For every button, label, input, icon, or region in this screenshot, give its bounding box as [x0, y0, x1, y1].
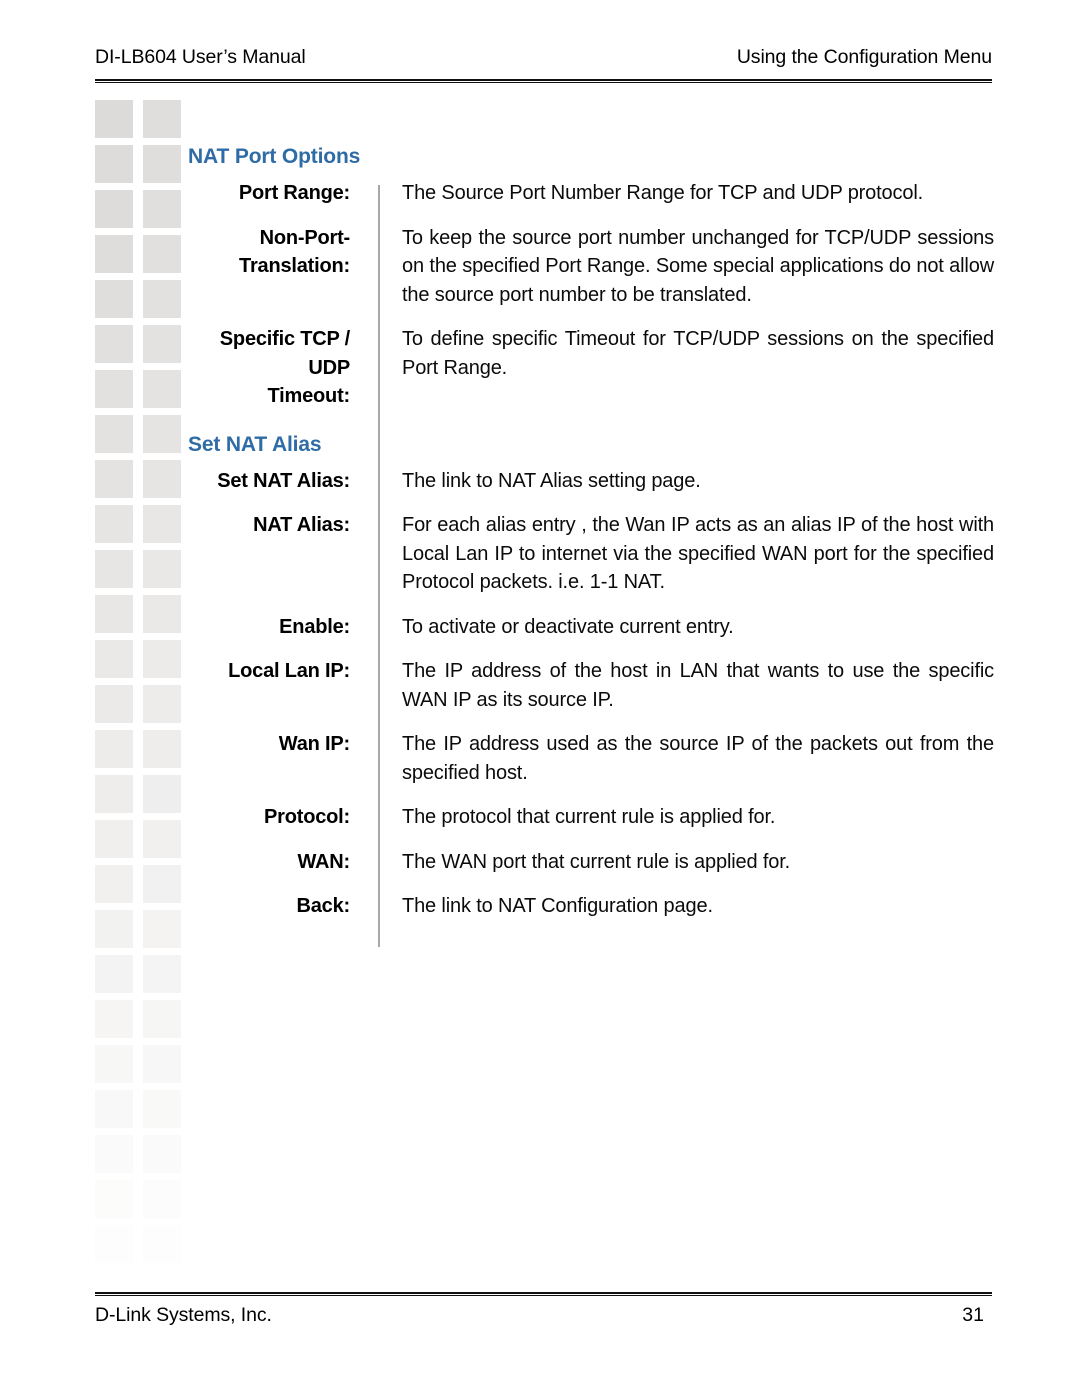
decorative-square	[143, 415, 181, 453]
decorative-square	[95, 685, 133, 723]
decorative-square	[143, 460, 181, 498]
decorative-square	[143, 1180, 181, 1218]
decorative-square	[95, 865, 133, 903]
term-label-set-nat-alias: Set NAT Alias:	[217, 469, 350, 492]
footer-rule	[95, 1292, 992, 1296]
decorative-square	[143, 1135, 181, 1173]
decorative-square	[143, 505, 181, 543]
decorative-square	[95, 595, 133, 633]
term-description-wan-ip: The IP address used as the source IP of …	[402, 733, 994, 784]
definition-row-wan-ip: Wan IP: The IP address used as the sourc…	[188, 730, 994, 787]
decorative-square	[95, 370, 133, 408]
page-footer: D-Link Systems, Inc. 31	[95, 1292, 992, 1336]
decorative-square	[95, 460, 133, 498]
decorative-square	[143, 100, 181, 138]
term-description-wan: The WAN port that current rule is applie…	[402, 850, 791, 873]
decorative-square	[95, 775, 133, 813]
decorative-square	[95, 1225, 133, 1263]
decorative-square	[143, 190, 181, 228]
term-label-wan: WAN:	[297, 850, 350, 873]
decorative-margin-squares	[95, 100, 181, 1290]
decorative-square	[95, 1090, 133, 1128]
term-label-enable: Enable:	[279, 615, 350, 638]
definition-row-wan: WAN: The WAN port that current rule is a…	[188, 848, 994, 877]
section-heading-nat-port-options: NAT Port Options	[188, 145, 361, 168]
term-label-back: Back:	[296, 895, 351, 918]
decorative-square	[143, 820, 181, 858]
chapter-title: Using the Configuration Menu	[736, 46, 992, 68]
decorative-square	[143, 685, 181, 723]
decorative-square	[143, 865, 181, 903]
decorative-square	[95, 100, 133, 138]
decorative-square	[95, 1045, 133, 1083]
decorative-square	[143, 1225, 181, 1263]
decorative-square	[95, 910, 133, 948]
decorative-square	[95, 325, 133, 363]
decorative-square	[95, 640, 133, 678]
page-header: DI-LB604 User’s Manual Using the Configu…	[95, 46, 992, 88]
decorative-square	[95, 1000, 133, 1038]
decorative-square	[95, 505, 133, 543]
decorative-square	[143, 1000, 181, 1038]
decorative-square	[143, 730, 181, 768]
decorative-square	[95, 190, 133, 228]
decorative-square	[95, 955, 133, 993]
decorative-square	[95, 1180, 133, 1218]
term-description-non-port-translation: To keep the source port number unchanged…	[402, 226, 994, 306]
definition-row-back: Back: The link to NAT Configuration page…	[188, 892, 994, 921]
header-rule	[95, 79, 992, 83]
manual-title: DI-LB604 User’s Manual	[95, 46, 306, 68]
decorative-square	[95, 730, 133, 768]
term-description-local-lan-ip: The IP address of the host in LAN that w…	[402, 660, 994, 711]
decorative-square	[143, 235, 181, 273]
decorative-square	[95, 820, 133, 858]
decorative-square	[143, 280, 181, 318]
term-description-back: The link to NAT Configuration page.	[402, 895, 713, 918]
decorative-square	[143, 910, 181, 948]
term-description-set-nat-alias: The link to NAT Alias setting page.	[402, 469, 701, 492]
decorative-square	[95, 235, 133, 273]
term-label-local-lan-ip: Local Lan IP:	[228, 660, 350, 683]
term-description-port-range: The Source Port Number Range for TCP and…	[402, 182, 924, 205]
decorative-square	[143, 640, 181, 678]
term-description-enable: To activate or deactivate current entry.	[402, 615, 734, 638]
decorative-square	[143, 550, 181, 588]
term-label-protocol: Protocol:	[264, 806, 350, 829]
decorative-square	[143, 1090, 181, 1128]
definition-row-set-nat-alias: Set NAT Alias: The link to NAT Alias set…	[188, 467, 994, 496]
term-label-nat-alias: NAT Alias:	[253, 514, 350, 537]
decorative-square	[143, 1045, 181, 1083]
decorative-square	[95, 145, 133, 183]
page-number: 31	[962, 1304, 984, 1326]
decorative-square	[143, 775, 181, 813]
decorative-square	[143, 955, 181, 993]
definition-row-port-range: Port Range: The Source Port Number Range…	[188, 179, 994, 208]
decorative-square	[95, 550, 133, 588]
definition-row-local-lan-ip: Local Lan IP: The IP address of the host…	[188, 657, 994, 714]
decorative-square	[95, 415, 133, 453]
decorative-square	[95, 280, 133, 318]
decorative-square	[143, 370, 181, 408]
term-label-specific-tcp-udp-timeout: Specific TCP / UDP Timeout:	[219, 328, 350, 408]
definition-row-non-port-translation: Non-Port- Translation: To keep the sourc…	[188, 224, 994, 310]
definition-row-specific-tcp-udp-timeout: Specific TCP / UDP Timeout: To define sp…	[188, 325, 994, 411]
term-description-specific-tcp-udp-timeout: To define specific Timeout for TCP/UDP s…	[402, 328, 994, 379]
section-heading-set-nat-alias: Set NAT Alias	[188, 432, 322, 456]
term-description-nat-alias: For each alias entry , the Wan IP acts a…	[402, 514, 994, 594]
decorative-square	[143, 325, 181, 363]
decorative-square	[143, 145, 181, 183]
term-description-protocol: The protocol that current rule is applie…	[402, 806, 776, 829]
term-label-non-port-translation: Non-Port- Translation:	[239, 226, 350, 278]
definition-row-protocol: Protocol: The protocol that current rule…	[188, 803, 994, 832]
decorative-square	[143, 595, 181, 633]
definition-row-enable: Enable: To activate or deactivate curren…	[188, 613, 994, 642]
definition-row-nat-alias: NAT Alias: For each alias entry , the Wa…	[188, 511, 994, 597]
company-name: D-Link Systems, Inc.	[95, 1304, 272, 1326]
term-label-port-range: Port Range:	[238, 182, 350, 205]
decorative-square	[95, 1135, 133, 1173]
term-label-wan-ip: Wan IP:	[278, 733, 350, 756]
main-content: NAT Port Options Port Range: The Source …	[188, 145, 994, 921]
